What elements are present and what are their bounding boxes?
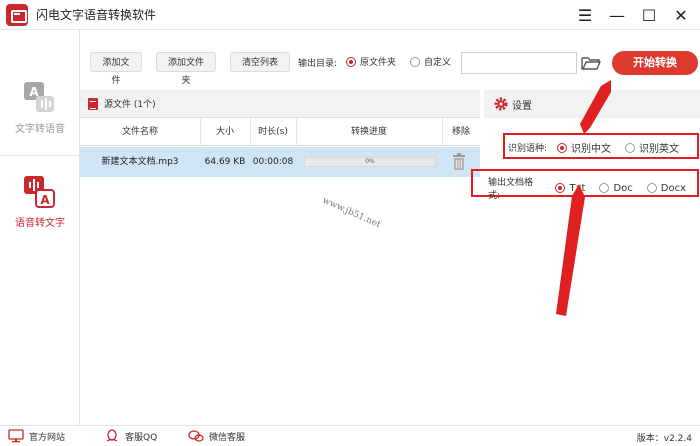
language-setting-row: 识别语种: 识别中文 识别英文 [508, 140, 693, 155]
file-name-cell: 新建文本文档.mp3 [101, 157, 179, 167]
sidebar-item-label: 语音转文字 [15, 218, 65, 229]
radio-label: 自定义 [424, 58, 452, 68]
source-files-header: 源文件 (1个) [80, 90, 480, 118]
table-row[interactable]: 新建文本文档.mp3 64.69 KB 00:00:08 0% [80, 147, 480, 177]
format-docx-radio[interactable]: Docx [646, 182, 686, 194]
radio-icon [625, 142, 636, 153]
speech-to-text-icon: A [24, 176, 55, 208]
maximize-icon[interactable]: ☐ [640, 6, 658, 25]
title-bar: 闪电文字语音转换软件 ☰ — ☐ ✕ [0, 0, 700, 30]
wechat-icon [188, 430, 204, 442]
svg-text:A: A [40, 193, 50, 207]
sidebar-divider [0, 155, 80, 156]
wechat-service-label: 微信客服 [209, 432, 246, 443]
format-txt-radio[interactable]: Txt [555, 183, 585, 194]
menu-icon[interactable]: ☰ [576, 6, 594, 25]
radio-label: Doc [613, 182, 633, 194]
radio-label: Docx [660, 182, 686, 194]
document-icon [88, 97, 98, 110]
official-website-link[interactable]: 官方网站 [8, 429, 65, 443]
radio-selected-icon [555, 183, 566, 193]
watermark-text: www.jb51.net [320, 195, 382, 231]
output-custom-radio[interactable]: 自定义 [410, 55, 451, 68]
radio-selected-icon [346, 56, 356, 67]
file-duration-cell: 00:00:08 [252, 157, 294, 167]
radio-label: 原文件夹 [360, 58, 397, 68]
service-qq-link[interactable]: 客服QQ [104, 429, 157, 443]
settings-title: 设置 [512, 100, 532, 112]
output-dir-label: 输出目录: [298, 59, 338, 69]
gear-icon [494, 97, 508, 111]
output-path-input[interactable] [461, 52, 577, 74]
monitor-icon [8, 429, 24, 443]
window-controls: ☰ — ☐ ✕ [576, 0, 690, 30]
add-file-button[interactable]: 添加文件 [90, 52, 142, 85]
progress-text: 0% [365, 158, 375, 165]
sidebar: A 文字转语音 A 语音转文字 [0, 30, 80, 425]
wechat-service-link[interactable]: 微信客服 [188, 429, 245, 443]
radio-label: Txt [569, 182, 586, 194]
radio-icon [599, 183, 610, 193]
language-english-radio[interactable]: 识别英文 [625, 140, 679, 155]
language-label: 识别语种: [508, 144, 548, 154]
column-header-name[interactable]: 文件名称 [80, 118, 200, 146]
column-header-progress[interactable]: 转换进度 [296, 118, 442, 146]
clear-list-button[interactable]: 清空列表 [230, 52, 290, 72]
start-convert-button[interactable]: 开始转换 [612, 51, 698, 75]
format-label: 输出文档格式: [488, 178, 534, 201]
status-bar: 官方网站 客服QQ 微信客服 版本：v2.2.4 [0, 425, 700, 446]
radio-icon [646, 183, 657, 193]
output-source-folder-radio[interactable]: 原文件夹 [346, 55, 396, 68]
settings-header: 设置 [484, 90, 700, 118]
toolbar: 添加文件 添加文件夹 清空列表 输出目录: 原文件夹 自定义 开始转换 [80, 30, 700, 90]
convert-progress-bar: 0% [304, 157, 436, 167]
column-header-duration[interactable]: 时长(s) [250, 118, 296, 146]
radio-selected-icon [557, 142, 568, 153]
official-website-label: 官方网站 [29, 432, 66, 443]
radio-label: 识别中文 [571, 144, 612, 155]
format-setting-row: 输出文档格式: Txt Doc Docx [488, 175, 700, 201]
text-to-speech-icon: A [24, 82, 54, 112]
minimize-icon[interactable]: — [608, 6, 626, 25]
service-qq-label: 客服QQ [125, 432, 158, 443]
language-chinese-radio[interactable]: 识别中文 [557, 140, 611, 155]
arrow-to-format-setting [556, 184, 585, 316]
column-header-remove[interactable]: 移除 [442, 118, 480, 146]
sidebar-item-text-to-speech[interactable]: A 文字转语音 [0, 80, 80, 135]
file-size-cell: 64.69 KB [204, 157, 246, 167]
column-header-size[interactable]: 大小 [200, 118, 250, 146]
folder-open-icon[interactable] [580, 52, 602, 74]
close-icon[interactable]: ✕ [672, 6, 690, 25]
sidebar-item-speech-to-text[interactable]: A 语音转文字 [0, 174, 80, 229]
app-title: 闪电文字语音转换软件 [36, 8, 157, 22]
source-files-title: 源文件 (1个) [104, 100, 156, 110]
radio-label: 识别英文 [639, 144, 680, 155]
trash-icon[interactable] [452, 153, 466, 171]
version-label: 版本：v2.2.4 [636, 434, 692, 444]
add-folder-button[interactable]: 添加文件夹 [156, 52, 216, 85]
sidebar-item-label: 文字转语音 [15, 124, 65, 135]
format-doc-radio[interactable]: Doc [599, 182, 633, 194]
qq-icon [106, 429, 118, 442]
radio-icon [410, 56, 420, 67]
file-table-header: 文件名称 大小 时长(s) 转换进度 移除 [80, 118, 480, 146]
app-logo-icon [6, 3, 28, 26]
